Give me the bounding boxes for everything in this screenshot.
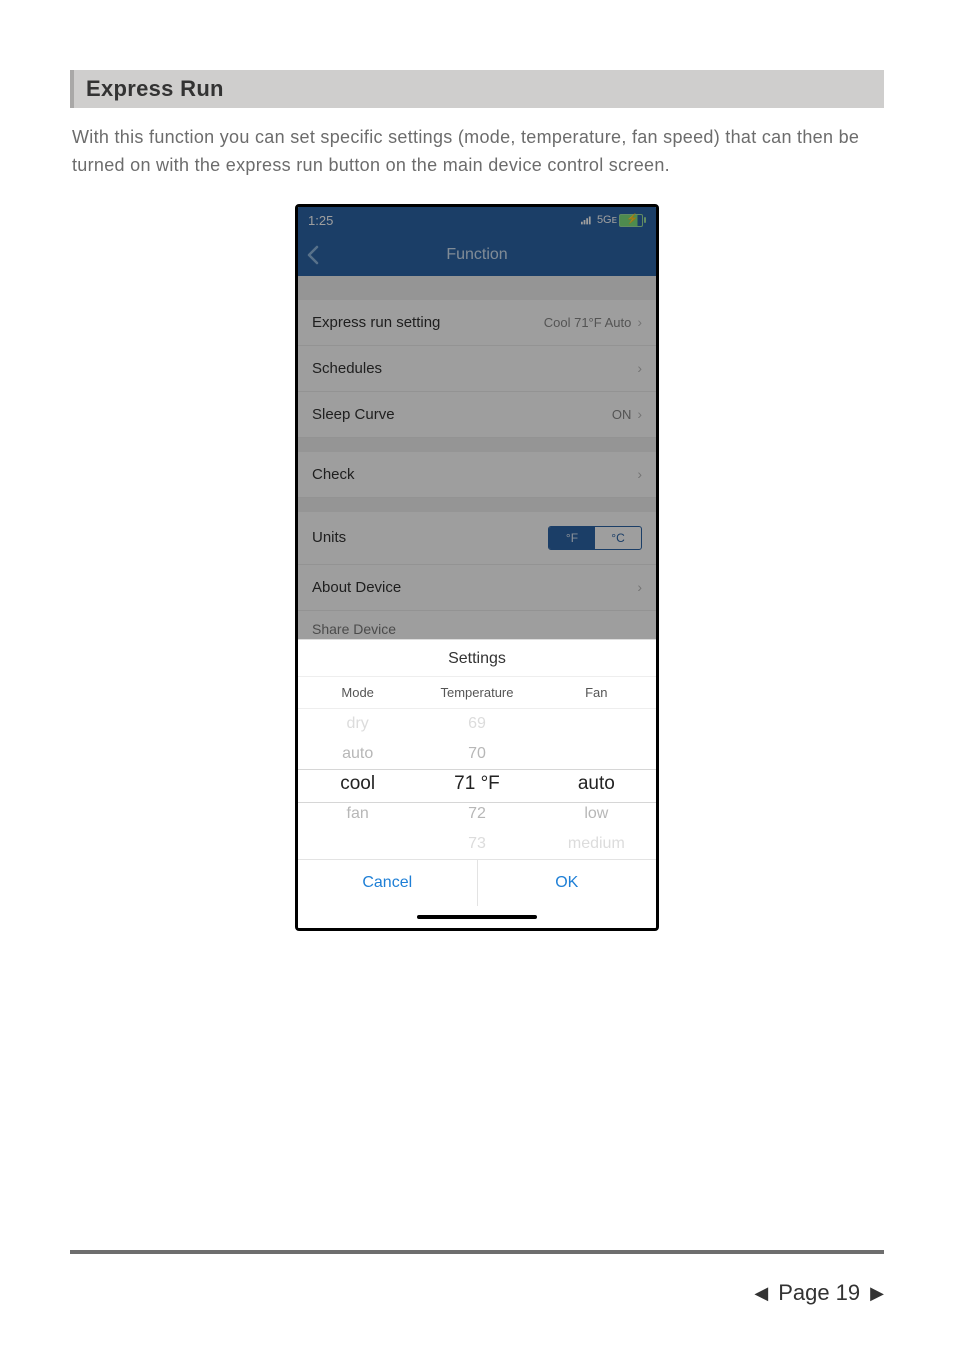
status-time: 1:25 [308, 213, 333, 228]
chevron-right-icon: › [637, 466, 642, 482]
picker-header-temperature: Temperature [417, 677, 536, 708]
row-value: Cool 71°F Auto [544, 315, 632, 330]
row-schedules[interactable]: Schedules › [298, 346, 656, 392]
picker-temperature[interactable]: 69 70 71 °F 72 73 [417, 709, 536, 859]
back-button[interactable] [306, 234, 320, 276]
picker-header-fan: Fan [537, 677, 656, 708]
picker-option-selected: cool [298, 769, 417, 799]
footer-rule [70, 1250, 884, 1254]
row-share-device[interactable]: Share Device [298, 611, 656, 639]
picker-option: dry [298, 709, 417, 739]
picker-option: medium [537, 829, 656, 859]
row-label: Schedules [312, 360, 382, 377]
section-header: Express Run [70, 70, 884, 108]
network-label: 5Gᴇ [597, 214, 617, 226]
ok-button[interactable]: OK [478, 860, 657, 906]
picker-option [298, 829, 417, 859]
prev-page-icon[interactable]: ◀ [754, 1283, 768, 1304]
picker-option-selected: auto [537, 769, 656, 799]
picker-option: 70 [417, 739, 536, 769]
picker-option: auto [298, 739, 417, 769]
section-description: With this function you can set specific … [72, 124, 882, 180]
row-sleep-curve[interactable]: Sleep Curve ON › [298, 392, 656, 438]
phone-mockup: 1:25 5Gᴇ ⚡ Function [295, 204, 659, 931]
row-check[interactable]: Check › [298, 452, 656, 498]
row-express-run-setting[interactable]: Express run setting Cool 71°F Auto › [298, 300, 656, 346]
picker-header: Mode Temperature Fan [298, 677, 656, 709]
picker-option-selected: 71 °F [417, 769, 536, 799]
row-label: Check [312, 466, 355, 483]
picker-option [537, 739, 656, 769]
picker-option: 73 [417, 829, 536, 859]
row-units: Units °F °C [298, 512, 656, 565]
row-about-device[interactable]: About Device › [298, 565, 656, 611]
picker-header-mode: Mode [298, 677, 417, 708]
chevron-right-icon: › [637, 314, 642, 330]
row-label: About Device [312, 579, 401, 596]
home-indicator [298, 906, 656, 928]
nav-bar: Function [298, 234, 656, 276]
row-value: ON [612, 407, 632, 422]
picker-option: 69 [417, 709, 536, 739]
units-f[interactable]: °F [549, 527, 595, 549]
battery-icon: ⚡ [619, 214, 646, 227]
picker-option: 72 [417, 799, 536, 829]
units-toggle[interactable]: °F °C [548, 526, 642, 550]
chevron-right-icon: › [637, 406, 642, 422]
page-number: Page 19 [778, 1280, 860, 1306]
nav-title: Function [446, 246, 507, 264]
chevron-left-icon [306, 245, 320, 265]
sheet-title: Settings [298, 640, 656, 677]
signal-icon [581, 215, 595, 225]
row-label: Units [312, 529, 346, 546]
chevron-right-icon: › [637, 579, 642, 595]
units-c[interactable]: °C [595, 527, 641, 549]
settings-sheet: Settings Mode Temperature Fan dry auto c… [298, 639, 656, 928]
row-label: Express run setting [312, 314, 440, 331]
chevron-right-icon: › [637, 360, 642, 376]
row-label: Sleep Curve [312, 406, 395, 423]
picker-option: low [537, 799, 656, 829]
cancel-button[interactable]: Cancel [298, 860, 478, 906]
status-bar: 1:25 5Gᴇ ⚡ [298, 207, 656, 234]
picker-option: fan [298, 799, 417, 829]
next-page-icon[interactable]: ▶ [870, 1283, 884, 1304]
picker-mode[interactable]: dry auto cool fan [298, 709, 417, 859]
picker-option [537, 709, 656, 739]
page-footer: ◀ Page 19 ▶ [754, 1280, 884, 1306]
picker-fan[interactable]: auto low medium [537, 709, 656, 859]
